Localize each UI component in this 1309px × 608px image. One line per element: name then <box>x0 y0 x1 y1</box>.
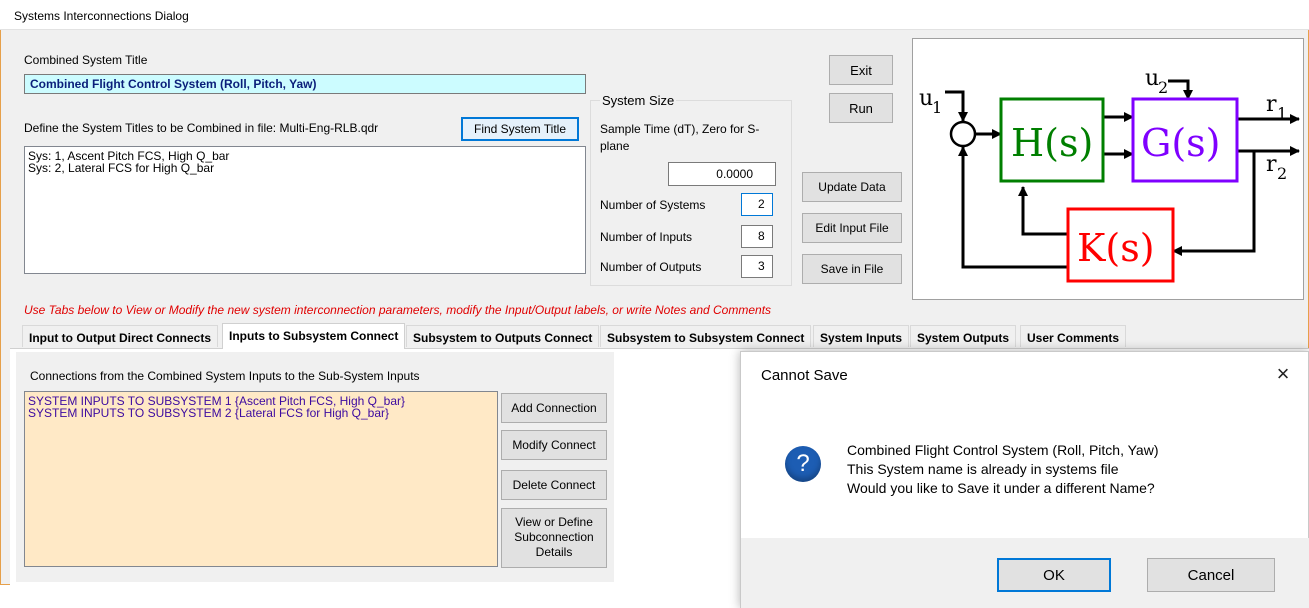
dialog-message-line-1: Combined Flight Control System (Roll, Pi… <box>847 442 1159 458</box>
view-define-subconnection-button[interactable]: View or Define Subconnection Details <box>501 508 607 568</box>
view-define-line-1: View or Define <box>515 515 593 529</box>
delete-connect-button[interactable]: Delete Connect <box>501 470 607 500</box>
r2-subscript: 2 <box>1277 164 1287 183</box>
tab-subsystem-to-subsystem[interactable]: Subsystem to Subsystem Connect <box>600 325 812 347</box>
tab-system-inputs[interactable]: System Inputs <box>813 325 910 347</box>
h-block-label: H(s) <box>1011 121 1093 165</box>
num-inputs-input[interactable]: 8 <box>741 225 773 248</box>
system-size-heading: System Size <box>600 93 677 108</box>
dialog-title: Cannot Save <box>761 367 848 384</box>
run-button[interactable]: Run <box>829 93 893 123</box>
sample-time-input[interactable]: 0.0000 <box>668 162 776 186</box>
combined-title-input[interactable]: Combined Flight Control System (Roll, Pi… <box>24 74 586 94</box>
view-define-line-3: Details <box>535 545 573 559</box>
num-systems-label: Number of Systems <box>600 198 706 212</box>
tab-subsystem-to-outputs[interactable]: Subsystem to Outputs Connect <box>406 325 600 347</box>
window-title: Systems Interconnections Dialog <box>14 9 189 23</box>
r1-subscript: 1 <box>1277 104 1287 123</box>
r1-label: r <box>1266 92 1277 117</box>
combined-title-label: Combined System Title <box>24 53 148 67</box>
define-systems-label: Define the System Titles to be Combined … <box>24 121 379 135</box>
block-diagram-svg: H(s) G(s) K(s) u 1 u 2 r 1 r 2 <box>919 66 1300 283</box>
view-define-line-2: Subconnection <box>514 530 594 544</box>
dialog-close-icon[interactable]: × <box>1270 361 1296 387</box>
tab-input-to-output-direct[interactable]: Input to Output Direct Connects <box>22 325 218 347</box>
num-outputs-label: Number of Outputs <box>600 260 702 274</box>
block-diagram: H(s) G(s) K(s) u 1 u 2 r 1 r 2 <box>912 38 1304 300</box>
dialog-message-line-3: Would you like to Save it under a differ… <box>847 480 1155 496</box>
tab-user-comments[interactable]: User Comments <box>1020 325 1127 347</box>
update-data-button[interactable]: Update Data <box>802 172 902 202</box>
connections-list[interactable]: SYSTEM INPUTS TO SUBSYSTEM 1 {Ascent Pit… <box>24 391 498 567</box>
save-in-file-button[interactable]: Save in File <box>802 254 902 284</box>
edit-input-file-button[interactable]: Edit Input File <box>802 213 902 243</box>
question-icon: ? <box>785 446 821 482</box>
dialog-message: Combined Flight Control System (Roll, Pi… <box>847 441 1158 498</box>
find-system-title-button[interactable]: Find System Title <box>461 117 579 141</box>
exit-button[interactable]: Exit <box>829 55 893 85</box>
modify-connect-button[interactable]: Modify Connect <box>501 430 607 460</box>
hint-text: Use Tabs below to View or Modify the new… <box>24 303 772 317</box>
tab-system-outputs[interactable]: System Outputs <box>910 325 1017 347</box>
tab-inputs-to-subsystem[interactable]: Inputs to Subsystem Connect <box>222 323 406 349</box>
systems-list-item[interactable]: Sys: 2, Lateral FCS for High Q_bar <box>28 162 582 174</box>
cancel-button[interactable]: Cancel <box>1147 558 1275 592</box>
u1-subscript: 1 <box>932 98 942 117</box>
connections-heading: Connections from the Combined System Inp… <box>30 369 420 383</box>
systems-list[interactable]: Sys: 1, Ascent Pitch FCS, High Q_bar Sys… <box>24 146 586 274</box>
u2-subscript: 2 <box>1158 78 1168 97</box>
r2-label: r <box>1266 152 1277 177</box>
ok-button[interactable]: OK <box>997 558 1111 592</box>
connections-list-item[interactable]: SYSTEM INPUTS TO SUBSYSTEM 2 {Lateral FC… <box>28 407 494 419</box>
sample-time-label: Sample Time (dT), Zero for S-plane <box>600 122 760 153</box>
add-connection-button[interactable]: Add Connection <box>501 393 607 423</box>
g-block-label: G(s) <box>1141 121 1221 165</box>
dialog-message-line-2: This System name is already in systems f… <box>847 461 1119 477</box>
num-inputs-label: Number of Inputs <box>600 230 693 244</box>
num-outputs-input[interactable]: 3 <box>741 255 773 278</box>
num-systems-input[interactable]: 2 <box>741 193 773 216</box>
title-bar[interactable]: Systems Interconnections Dialog <box>0 0 1309 30</box>
k-block-label: K(s) <box>1077 226 1155 270</box>
